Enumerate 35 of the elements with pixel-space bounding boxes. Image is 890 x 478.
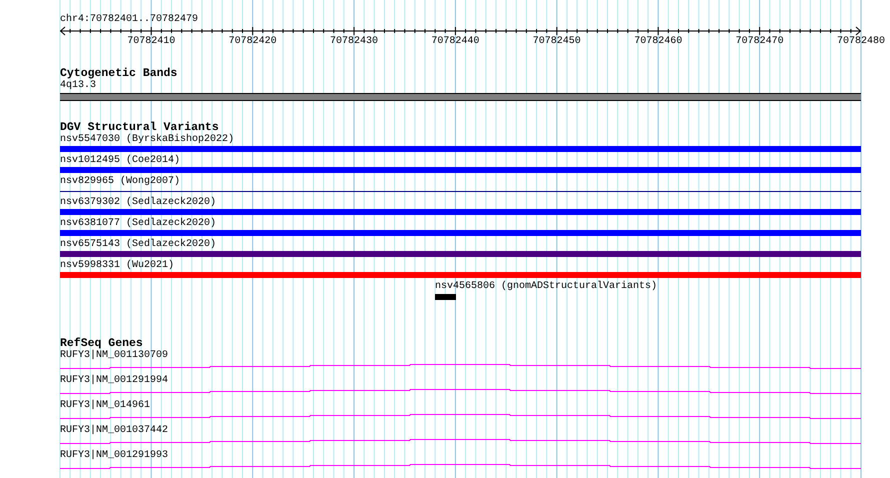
variant-label: nsv6379302 (Sedlazeck2020) (60, 197, 216, 209)
variant-bar[interactable] (60, 209, 861, 215)
variant-bar[interactable] (435, 294, 456, 300)
track-title: DGV Structural Variants (60, 121, 219, 134)
tick-label: 70782430 (330, 36, 378, 47)
tick-label: 70782480 (836, 36, 885, 47)
gene-label: RUFY3|NM_014961 (60, 400, 150, 412)
track-title: Cytogenetic Bands (60, 67, 178, 80)
tick-label: 70782460 (634, 36, 682, 47)
tick-label: 70782450 (532, 36, 581, 47)
variant-label: nsv6381077 (Sedlazeck2020) (60, 218, 216, 230)
tick-label: 70782410 (127, 36, 176, 47)
gene-label: RUFY3|NM_001291994 (60, 375, 168, 387)
variant-label: nsv5998331 (Wu2021) (60, 260, 174, 272)
variant-label: nsv6575143 (Sedlazeck2020) (60, 239, 216, 251)
variant-label: nsv1012495 (Coe2014) (60, 155, 180, 167)
gene-label: RUFY3|NM_001130709 (60, 350, 168, 362)
location-label: chr4:70782401..70782479 (60, 14, 198, 26)
variant-label: nsv4565806 (gnomADStructuralVariants) (435, 281, 658, 293)
gene-label: RUFY3|NM_001037442 (60, 425, 168, 437)
track-title: RefSeq Genes (60, 337, 143, 350)
variant-bar[interactable] (60, 230, 861, 236)
variant-bar[interactable] (60, 251, 861, 257)
variant-bar[interactable] (60, 272, 861, 278)
band-label: 4q13.3 (60, 80, 96, 92)
variant-line[interactable] (60, 190, 861, 192)
gene-label: RUFY3|NM_001291993 (60, 450, 168, 462)
variant-bar[interactable] (60, 146, 861, 152)
band-bar[interactable] (60, 93, 861, 101)
variant-label: nsv5547030 (ByrskaBishop2022) (60, 134, 234, 146)
tick-label: 70782440 (431, 36, 480, 47)
tick-label: 70782470 (736, 36, 784, 47)
variant-bar[interactable] (60, 167, 861, 173)
tick-label: 70782420 (228, 36, 277, 47)
variant-label: nsv829965 (Wong2007) (60, 176, 180, 188)
